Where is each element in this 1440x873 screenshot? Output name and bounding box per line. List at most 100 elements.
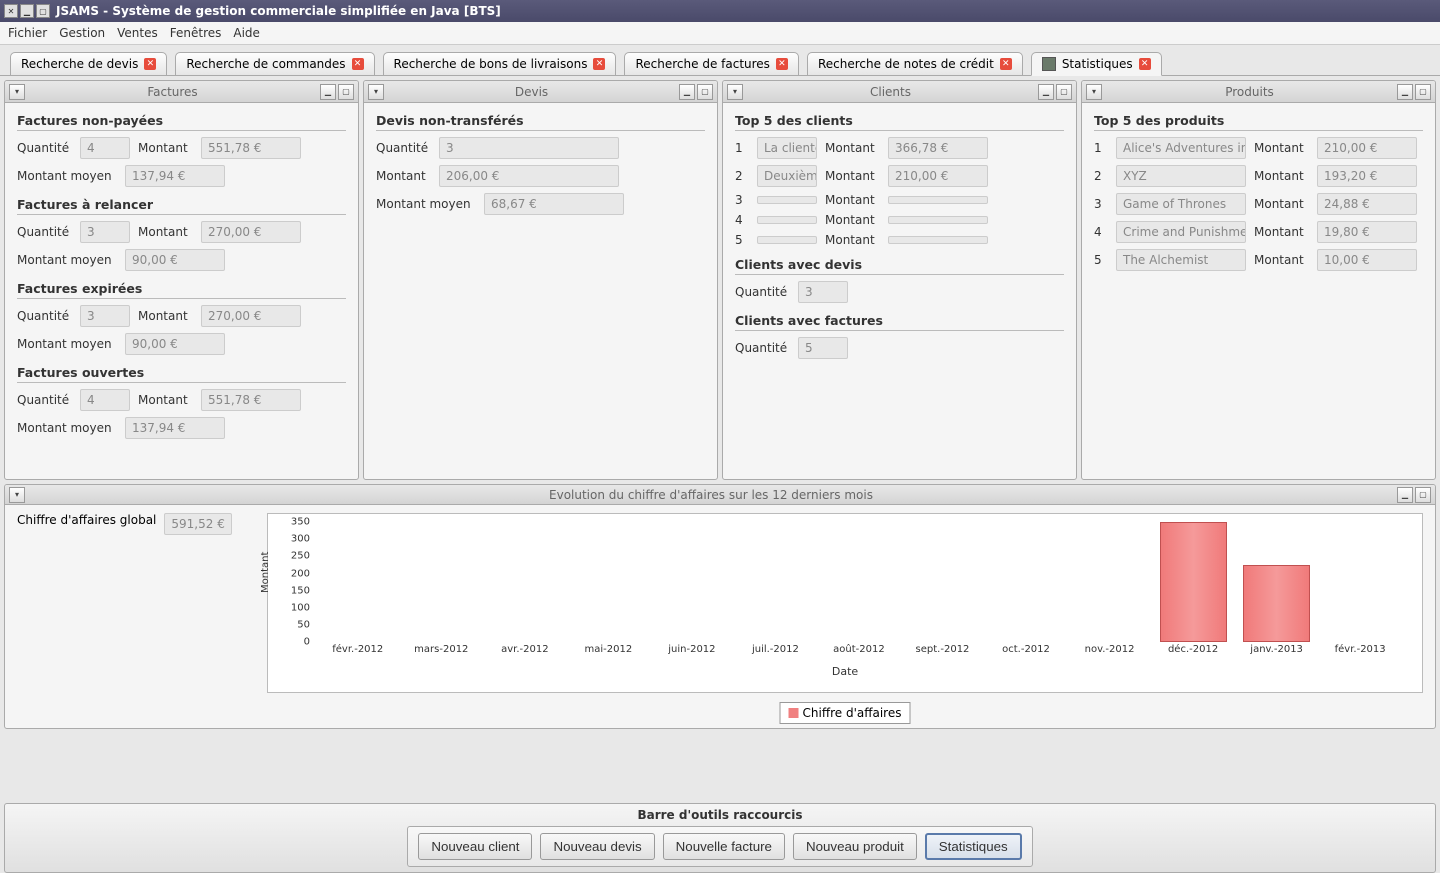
value-quantite: 3 — [798, 281, 848, 303]
close-icon[interactable]: ✕ — [144, 58, 156, 70]
produit-name: The Alchemist — [1116, 249, 1246, 271]
rank-label: 2 — [735, 169, 749, 183]
value-montant-moyen: 90,00 € — [125, 333, 225, 355]
client-montant — [888, 196, 988, 204]
tab-label: Statistiques — [1062, 57, 1133, 71]
window-close-icon[interactable]: ✕ — [4, 4, 18, 18]
client-montant — [888, 216, 988, 224]
x-tick: mai-2012 — [567, 644, 651, 662]
label-quantite: Quantité — [735, 285, 790, 299]
label-montant: Montant — [825, 141, 880, 155]
nouveau-client-button[interactable]: Nouveau client — [418, 833, 532, 860]
label-quantite: Quantité — [17, 141, 72, 155]
nouveau-devis-button[interactable]: Nouveau devis — [540, 833, 654, 860]
section-top5-clients: Top 5 des clients — [735, 113, 1064, 131]
panel-minimize-icon[interactable]: ▁ — [1038, 84, 1054, 100]
rank-label: 1 — [735, 141, 749, 155]
produit-montant: 193,20 € — [1317, 165, 1417, 187]
close-icon[interactable]: ✕ — [593, 58, 605, 70]
value-montant: 551,78 € — [201, 137, 301, 159]
panel-minimize-icon[interactable]: ▁ — [1397, 84, 1413, 100]
tab-label: Recherche de notes de crédit — [818, 57, 994, 71]
client-name — [757, 196, 817, 204]
x-tick: févr.-2013 — [1318, 644, 1402, 662]
tab-recherche-commandes[interactable]: Recherche de commandes ✕ — [175, 52, 374, 76]
value-montant-moyen: 137,94 € — [125, 417, 225, 439]
x-tick: mars-2012 — [400, 644, 484, 662]
section-devis-non-transferes: Devis non-transférés — [376, 113, 705, 131]
panel-menu-icon[interactable]: ▾ — [727, 84, 743, 100]
nouvelle-facture-button[interactable]: Nouvelle facture — [663, 833, 785, 860]
produit-name: Crime and Punishme — [1116, 221, 1246, 243]
panel-menu-icon[interactable]: ▾ — [9, 84, 25, 100]
label-quantite: Quantité — [376, 141, 431, 155]
y-tick: 150 — [291, 585, 310, 596]
panel-devis: ▾ Devis ▁ ▢ Devis non-transférés Quantit… — [363, 80, 718, 480]
nouveau-produit-button[interactable]: Nouveau produit — [793, 833, 917, 860]
produit-row: 1Alice's Adventures inMontant210,00 € — [1094, 137, 1423, 159]
produit-montant: 210,00 € — [1317, 137, 1417, 159]
tab-recherche-notes-credit[interactable]: Recherche de notes de crédit ✕ — [807, 52, 1023, 76]
toolbar-title: Barre d'outils raccourcis — [637, 804, 802, 822]
chart-legend: Chiffre d'affaires — [780, 702, 911, 724]
x-tick: oct.-2012 — [984, 644, 1068, 662]
produit-montant: 10,00 € — [1317, 249, 1417, 271]
menu-bar: Fichier Gestion Ventes Fenêtres Aide — [0, 22, 1440, 45]
rank-label: 5 — [735, 233, 749, 247]
menu-aide[interactable]: Aide — [233, 26, 260, 40]
menu-ventes[interactable]: Ventes — [117, 26, 158, 40]
toolbar-shortcuts: Barre d'outils raccourcis Nouveau client… — [4, 803, 1436, 873]
panel-minimize-icon[interactable]: ▁ — [1397, 487, 1413, 503]
label-montant-moyen: Montant moyen — [17, 421, 117, 435]
label-montant: Montant — [138, 141, 193, 155]
panel-minimize-icon[interactable]: ▁ — [320, 84, 336, 100]
label-quantite: Quantité — [17, 309, 72, 323]
rank-label: 5 — [1094, 253, 1108, 267]
menu-fichier[interactable]: Fichier — [8, 26, 47, 40]
close-icon[interactable]: ✕ — [352, 58, 364, 70]
y-tick: 0 — [304, 637, 310, 648]
window-maximize-icon[interactable]: ▢ — [36, 4, 50, 18]
close-icon[interactable]: ✕ — [1139, 58, 1151, 70]
panel-maximize-icon[interactable]: ▢ — [1415, 487, 1431, 503]
tab-recherche-bons-livraisons[interactable]: Recherche de bons de livraisons ✕ — [383, 52, 617, 76]
menu-gestion[interactable]: Gestion — [59, 26, 105, 40]
value-montant-moyen: 90,00 € — [125, 249, 225, 271]
label-montant: Montant — [376, 169, 431, 183]
x-tick: nov.-2012 — [1068, 644, 1152, 662]
tab-statistiques[interactable]: Statistiques ✕ — [1031, 52, 1162, 76]
label-montant-moyen: Montant moyen — [17, 169, 117, 183]
tab-recherche-devis[interactable]: Recherche de devis ✕ — [10, 52, 167, 76]
value-montant: 206,00 € — [439, 165, 619, 187]
label-quantite: Quantité — [17, 393, 72, 407]
produit-montant: 19,80 € — [1317, 221, 1417, 243]
tab-recherche-factures[interactable]: Recherche de factures ✕ — [624, 52, 798, 76]
value-quantite: 3 — [80, 221, 130, 243]
label-montant: Montant — [138, 393, 193, 407]
panel-maximize-icon[interactable]: ▢ — [697, 84, 713, 100]
tab-label: Recherche de factures — [635, 57, 769, 71]
panel-produits: ▾ Produits ▁ ▢ Top 5 des produits 1Alice… — [1081, 80, 1436, 480]
statistiques-button[interactable]: Statistiques — [925, 833, 1022, 860]
panel-title: Evolution du chiffre d'affaires sur les … — [25, 488, 1397, 502]
close-icon[interactable]: ✕ — [776, 58, 788, 70]
close-icon[interactable]: ✕ — [1000, 58, 1012, 70]
window-minimize-icon[interactable]: ▁ — [20, 4, 34, 18]
x-tick: août-2012 — [817, 644, 901, 662]
panel-maximize-icon[interactable]: ▢ — [1056, 84, 1072, 100]
label-montant: Montant — [825, 213, 880, 227]
panel-minimize-icon[interactable]: ▁ — [679, 84, 695, 100]
label-montant: Montant — [138, 309, 193, 323]
value-montant: 270,00 € — [201, 221, 301, 243]
panel-menu-icon[interactable]: ▾ — [1086, 84, 1102, 100]
client-name — [757, 216, 817, 224]
y-tick: 200 — [291, 568, 310, 579]
panel-maximize-icon[interactable]: ▢ — [1415, 84, 1431, 100]
label-chiffre-global: Chiffre d'affaires global — [17, 513, 156, 527]
x-tick: juil.-2012 — [734, 644, 818, 662]
panel-menu-icon[interactable]: ▾ — [368, 84, 384, 100]
value-quantite: 4 — [80, 389, 130, 411]
panel-menu-icon[interactable]: ▾ — [9, 487, 25, 503]
menu-fenetres[interactable]: Fenêtres — [170, 26, 222, 40]
panel-maximize-icon[interactable]: ▢ — [338, 84, 354, 100]
